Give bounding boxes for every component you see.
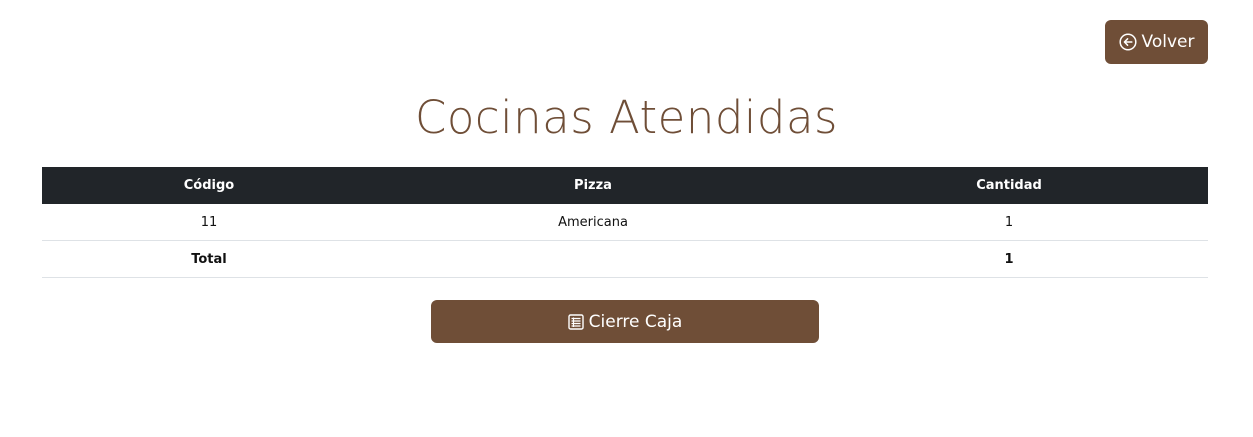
arrow-left-circle-icon <box>1118 33 1137 51</box>
table-total-row: Total 1 <box>42 240 1208 278</box>
cell-codigo: 11 <box>42 204 376 241</box>
attended-kitchens-table: Código Pizza Cantidad 11 Americana 1 Tot… <box>42 167 1208 278</box>
back-button[interactable]: Volver <box>1105 20 1208 64</box>
total-label: Total <box>42 240 376 278</box>
page: Volver Cocinas Atendidas Código Pizza Ca… <box>0 0 1253 437</box>
cell-pizza: Americana <box>376 204 810 241</box>
cierre-caja-label: Cierre Caja <box>588 311 683 332</box>
table-row: 11 Americana 1 <box>42 204 1208 241</box>
back-button-label: Volver <box>1141 32 1195 52</box>
page-title: Cocinas Atendidas <box>414 91 839 144</box>
cierre-caja-button[interactable]: Cierre Caja <box>431 300 819 343</box>
column-header-pizza: Pizza <box>376 167 810 204</box>
column-header-cantidad: Cantidad <box>810 167 1208 204</box>
column-header-codigo: Código <box>42 167 376 204</box>
total-cantidad: 1 <box>810 240 1208 278</box>
total-pizza <box>376 240 810 278</box>
cell-cantidad: 1 <box>810 204 1208 241</box>
receipt-icon <box>567 313 584 330</box>
table-header-row: Código Pizza Cantidad <box>42 167 1208 204</box>
